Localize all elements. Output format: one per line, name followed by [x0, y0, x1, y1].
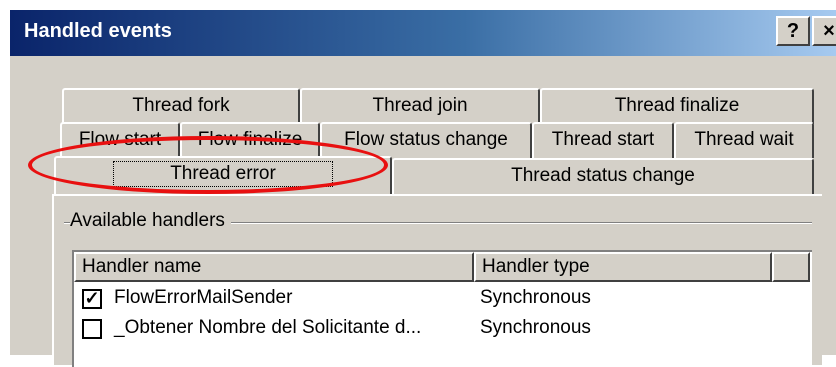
handler-name: _Obtener Nombre del Solicitante d... — [114, 317, 422, 338]
tab-thread-fork[interactable]: Thread fork — [62, 88, 300, 124]
handler-type: Synchronous — [480, 287, 591, 308]
tab-flow-finalize[interactable]: Flow finalize — [180, 122, 320, 158]
tab-thread-join[interactable]: Thread join — [300, 88, 540, 124]
help-button[interactable]: ? — [776, 16, 810, 46]
tab-thread-finalize[interactable]: Thread finalize — [540, 88, 814, 124]
tab-flow-status-change[interactable]: Flow status change — [320, 122, 532, 158]
list-item[interactable]: ✓ FlowErrorMailSender Synchronous — [74, 284, 812, 314]
handled-events-dialog: Handled events ? × Thread fork Thread jo… — [8, 8, 836, 367]
title-bar[interactable]: Handled events ? × — [10, 10, 836, 56]
handler-type: Synchronous — [480, 317, 591, 338]
tab-thread-start[interactable]: Thread start — [532, 122, 674, 158]
handler-checkbox-unchecked[interactable] — [82, 319, 102, 339]
tab-thread-error[interactable]: Thread error — [54, 156, 392, 194]
handlers-list[interactable]: Handler name Handler type ✓ FlowErrorMai… — [72, 250, 812, 367]
handler-name: FlowErrorMailSender — [114, 287, 293, 308]
column-header-handler-type[interactable]: Handler type — [474, 252, 772, 282]
close-button[interactable]: × — [812, 16, 836, 46]
dialog-title: Handled events — [24, 20, 172, 42]
tab-thread-error-label: Thread error — [113, 161, 333, 187]
handler-checkbox-checked[interactable]: ✓ — [82, 289, 102, 309]
tab-panel: Available handlers Handler name Handler … — [52, 194, 822, 367]
available-handlers-label: Available handlers — [70, 210, 231, 232]
tab-flow-start[interactable]: Flow start — [60, 122, 180, 158]
column-header-empty — [772, 252, 810, 282]
column-header-handler-name[interactable]: Handler name — [74, 252, 474, 282]
tab-thread-status-change[interactable]: Thread status change — [392, 158, 814, 194]
list-item[interactable]: _Obtener Nombre del Solicitante d... Syn… — [74, 314, 812, 344]
tab-thread-wait[interactable]: Thread wait — [674, 122, 814, 158]
